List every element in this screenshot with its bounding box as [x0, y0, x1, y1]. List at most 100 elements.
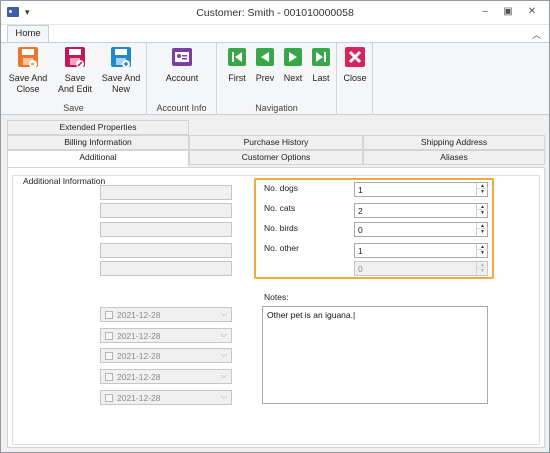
- save-and-close-label-2: Close: [16, 84, 40, 94]
- no-birds-value: 0: [358, 225, 363, 235]
- window-title: Customer: Smith - 001010000058: [196, 7, 354, 19]
- tab-purchase-history[interactable]: Purchase History: [189, 135, 363, 150]
- last-label: Last: [312, 73, 330, 83]
- prev-icon: [256, 48, 274, 66]
- date-value: 2021-12-28: [117, 393, 161, 403]
- notes-text: Other pet is an iguana.: [267, 310, 354, 320]
- next-label: Next: [283, 73, 303, 83]
- disabled-text-field: [100, 222, 232, 237]
- save-and-new-label-1: Save And: [101, 73, 141, 83]
- spin-down-icon[interactable]: ▼: [477, 189, 488, 195]
- no-cats-stepper[interactable]: 2 ▲ ▼: [354, 203, 488, 218]
- spin-down-icon[interactable]: ▼: [477, 210, 488, 216]
- date-picker[interactable]: 2021-12-28 ⌵: [100, 369, 232, 384]
- ribbon-group-navigation: First Prev Next Last Navigation: [217, 43, 337, 115]
- spin-down-icon[interactable]: ▼: [477, 250, 488, 256]
- last-button[interactable]: Last: [307, 46, 335, 84]
- stepper-buttons: ▲ ▼: [476, 244, 488, 257]
- chevron-down-icon[interactable]: ⌵: [221, 350, 227, 360]
- prev-button[interactable]: Prev: [251, 46, 279, 84]
- save-and-edit-label-1: Save: [64, 73, 86, 83]
- account-button[interactable]: Account: [159, 46, 205, 84]
- notes-label: Notes:: [264, 292, 289, 302]
- first-icon: [228, 48, 246, 66]
- last-icon: [312, 48, 330, 66]
- tab-customer-options[interactable]: Customer Options: [189, 150, 363, 165]
- save-and-new-button[interactable]: Save And New: [98, 46, 144, 95]
- chevron-down-icon[interactable]: ⌵: [221, 330, 227, 340]
- minimize-icon[interactable]: –: [478, 6, 492, 18]
- prev-label: Prev: [255, 73, 275, 83]
- date-value: 2021-12-28: [117, 351, 161, 361]
- tab-shipping-address[interactable]: Shipping Address: [363, 135, 545, 150]
- date-checkbox[interactable]: [105, 394, 113, 402]
- disabled-stepper-value: 0: [358, 264, 363, 274]
- no-other-label: No. other: [264, 243, 299, 253]
- tab-home[interactable]: Home: [7, 25, 49, 43]
- date-checkbox[interactable]: [105, 373, 113, 381]
- account-label: Account: [165, 73, 199, 83]
- spin-down-icon[interactable]: ▼: [477, 229, 488, 235]
- save-and-close-button[interactable]: Save And Close: [5, 46, 51, 95]
- close-button[interactable]: Close: [341, 46, 369, 84]
- disabled-text-field: [100, 243, 232, 258]
- disabled-text-field: [100, 185, 232, 200]
- text-cursor: |: [353, 310, 356, 320]
- close-window-icon[interactable]: ✕: [525, 6, 539, 18]
- date-value: 2021-12-28: [117, 372, 161, 382]
- save-and-edit-button[interactable]: Save And Edit: [52, 46, 98, 95]
- content-area: Extended Properties Billing Information …: [7, 118, 545, 448]
- spin-down-icon: ▼: [480, 268, 485, 274]
- save-edit-icon: [65, 47, 85, 68]
- date-checkbox[interactable]: [105, 332, 113, 340]
- notes-textarea[interactable]: Other pet is an iguana.|: [262, 306, 488, 404]
- customer-window: ▾ Customer: Smith - 001010000058 – ▣ ✕ H…: [0, 0, 550, 453]
- date-checkbox[interactable]: [105, 352, 113, 360]
- stepper-buttons: ▲ ▼: [476, 204, 488, 217]
- tab-aliases[interactable]: Aliases: [363, 150, 545, 165]
- ribbon-group-label-save: Save: [63, 103, 84, 113]
- date-value: 2021-12-28: [117, 310, 161, 320]
- tab-additional[interactable]: Additional: [7, 150, 189, 168]
- next-icon: [284, 48, 302, 66]
- chevron-down-icon[interactable]: ⌵: [221, 371, 227, 381]
- date-picker[interactable]: 2021-12-28 ⌵: [100, 307, 232, 322]
- chevron-down-icon[interactable]: ⌵: [221, 392, 227, 402]
- no-other-stepper[interactable]: 1 ▲ ▼: [354, 243, 488, 258]
- date-picker[interactable]: 2021-12-28 ⌵: [100, 390, 232, 405]
- first-label: First: [228, 73, 246, 83]
- tab-extended-properties[interactable]: Extended Properties: [7, 120, 189, 135]
- ribbon-group-close: Close: [337, 43, 373, 115]
- disabled-stepper: 0 ▲ ▼: [354, 261, 488, 276]
- disabled-text-field: [100, 203, 232, 218]
- ribbon-group-label-account-info: Account Info: [156, 103, 207, 113]
- first-button[interactable]: First: [223, 46, 251, 84]
- no-dogs-stepper[interactable]: 1 ▲ ▼: [354, 182, 488, 197]
- save-close-icon: [18, 47, 38, 68]
- disabled-text-field: [100, 261, 232, 276]
- ribbon-collapse-icon[interactable]: ︿: [532, 28, 541, 41]
- no-birds-label: No. birds: [264, 223, 299, 233]
- ribbon-tab-strip: Home ︿: [1, 25, 549, 43]
- date-checkbox[interactable]: [105, 311, 113, 319]
- no-birds-stepper[interactable]: 0 ▲ ▼: [354, 222, 488, 237]
- date-picker[interactable]: 2021-12-28 ⌵: [100, 348, 232, 363]
- next-button[interactable]: Next: [279, 46, 307, 84]
- save-and-edit-label-2: And Edit: [57, 84, 93, 94]
- stepper-buttons: ▲ ▼: [476, 262, 488, 275]
- save-and-close-label-1: Save And: [8, 73, 48, 83]
- stepper-buttons: ▲ ▼: [476, 223, 488, 236]
- tab-billing-information[interactable]: Billing Information: [7, 135, 189, 150]
- account-card-icon: [172, 48, 192, 66]
- ribbon: Save And Close Save And Edit Save And Ne…: [1, 42, 549, 115]
- ribbon-group-account-info: Account Account Info: [147, 43, 217, 115]
- date-picker[interactable]: 2021-12-28 ⌵: [100, 328, 232, 343]
- save-new-icon: [111, 47, 131, 68]
- no-cats-label: No. cats: [264, 203, 296, 213]
- no-dogs-value: 1: [358, 185, 363, 195]
- no-other-value: 1: [358, 246, 363, 256]
- chevron-down-icon[interactable]: ⌵: [221, 309, 227, 319]
- restore-icon[interactable]: ▣: [501, 6, 515, 18]
- ribbon-group-label-navigation: Navigation: [255, 103, 298, 113]
- close-x-icon: [345, 47, 365, 67]
